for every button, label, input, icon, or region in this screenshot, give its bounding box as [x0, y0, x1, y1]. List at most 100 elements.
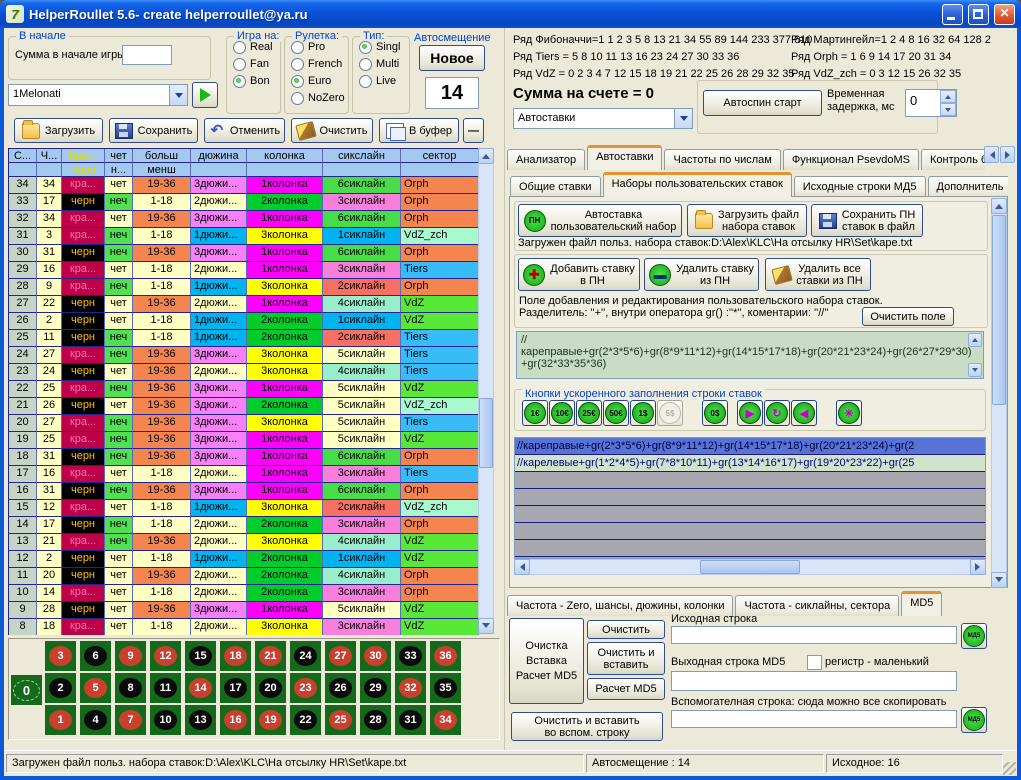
sub-tab-2[interactable]: Исходные строки МД5 [794, 176, 926, 197]
table-row[interactable]: 818кра...чет1-182дюжи...3колонка3сиклайн… [9, 619, 479, 635]
chevron-down-icon[interactable] [674, 109, 692, 128]
roulette-cell-18[interactable]: 18 [220, 641, 251, 671]
table-row[interactable]: 2225кра...неч19-363дюжи...1колонка5сикла… [9, 381, 479, 398]
start-sum-input[interactable] [122, 45, 172, 65]
table-row[interactable]: 3031черннеч19-363дюжи...1колонка6сиклайн… [9, 245, 479, 262]
roulette-cell-29[interactable]: 29 [360, 673, 391, 703]
roulette-cell-26[interactable]: 26 [325, 673, 356, 703]
md5-clear-paste-calc-button[interactable]: Очистка Вставка Расчет MD5 [509, 618, 584, 704]
table-row[interactable]: 1417черннеч1-182дюжи...2колонка3сиклайнO… [9, 517, 479, 534]
roulette-cell-15[interactable]: 15 [185, 641, 216, 671]
roulette-cell-25[interactable]: 25 [325, 705, 356, 735]
scroll-left-icon[interactable] [514, 559, 530, 575]
hscrollbar-thumb[interactable] [700, 560, 800, 574]
md5-calc-source-button[interactable]: МД5 [961, 623, 987, 649]
table-row[interactable]: 2722чернчет19-362дюжи...1колонка4сиклайн… [9, 296, 479, 313]
table-row[interactable]: 1120чернчет19-362дюжи...2колонка4сиклайн… [9, 568, 479, 585]
table-row[interactable]: 1925кра...неч19-363дюжи...1колонка5сикла… [9, 432, 479, 449]
md5-calc-button[interactable]: Расчет MD5 [587, 678, 665, 700]
roulette-cell-28[interactable]: 28 [360, 705, 391, 735]
table-row[interactable]: 2427кра...неч19-363дюжи...3колонка5сикла… [9, 347, 479, 364]
roulette-cell-3[interactable]: 3 [45, 641, 76, 671]
delay-spinner[interactable]: 0 [905, 89, 957, 117]
add-bet-button[interactable]: ✚Добавить ставку в ПН [518, 258, 640, 291]
sub-tab-3[interactable]: Дополнитель [928, 176, 1009, 197]
roulette-cell-10[interactable]: 10 [150, 705, 181, 735]
bet-editor-field[interactable]: //кареправые+gr(2*3*5*6)+gr(8*9*11*12)+g… [516, 331, 984, 379]
clear-button[interactable]: Очистить [291, 118, 373, 143]
remove-all-bets-button[interactable]: Удалить все ставки из ПН [765, 258, 871, 291]
radio-real[interactable]: Real [233, 40, 280, 54]
remove-bet-button[interactable]: ▬Удалить ставку из ПН [644, 258, 759, 291]
panel-scroll-up-icon[interactable] [991, 198, 1007, 214]
preset-combobox[interactable]: 1Melonati [8, 84, 188, 106]
panel-scrollbar-thumb[interactable] [992, 215, 1006, 405]
table-row[interactable]: 3434кра...чет19-363дюжи...1колонка6сикла… [9, 177, 479, 194]
panel-scroll-down-icon[interactable] [991, 572, 1007, 588]
radio-multi[interactable]: Multi [359, 57, 409, 71]
roulette-cell-5[interactable]: 5 [80, 673, 111, 703]
autospin-start-button[interactable]: Автоспин старт [703, 90, 822, 116]
roulette-cell-8[interactable]: 8 [115, 673, 146, 703]
chip-0usd[interactable]: 0$ [702, 400, 728, 426]
play-button[interactable]: ▶ [737, 400, 763, 426]
main-tab-4[interactable]: Контроль банкро [921, 149, 985, 170]
tab-scroll-left-icon[interactable] [984, 146, 999, 163]
main-tab-3[interactable]: Функционал PsevdoMS [783, 149, 919, 170]
bet-set-row[interactable]: //кареправые+gr(2*3*5*6)+gr(8*9*11*12)+g… [515, 438, 985, 455]
md5-output-input[interactable] [671, 671, 957, 691]
chevron-down-icon[interactable] [169, 85, 187, 105]
table-row[interactable]: 3317черннеч1-182дюжи...2колонка3сиклайнO… [9, 194, 479, 211]
table-row[interactable]: 313кра...неч1-181дюжи...3колонка1сиклайн… [9, 228, 479, 245]
table-row[interactable]: 1631черннеч19-363дюжи...1колонка6сиклайн… [9, 483, 479, 500]
main-tab-0[interactable]: Анализатор [507, 149, 585, 170]
radio-nozero[interactable]: NoZero [291, 91, 348, 105]
table-row[interactable]: 1512кра...чет1-181дюжи...3колонка2сиклай… [9, 500, 479, 517]
scroll-up-icon[interactable] [478, 148, 494, 164]
load-bet-file-button[interactable]: Загрузить файл набора ставок [687, 204, 807, 237]
resize-grip[interactable] [1003, 762, 1016, 775]
new-button[interactable]: Новое [419, 45, 485, 71]
sub-tab-0[interactable]: Общие ставки [510, 176, 601, 197]
md5-clear-and-paste-button[interactable]: Очистить и вставить [587, 642, 665, 675]
scroll-down-icon[interactable] [478, 618, 494, 634]
roulette-cell-32[interactable]: 32 [395, 673, 426, 703]
main-tab-2[interactable]: Частоты по числам [664, 149, 780, 170]
roulette-cell-2[interactable]: 2 [45, 673, 76, 703]
md5-calc-aux-button[interactable]: МД5 [961, 707, 987, 733]
bottom-tab-2[interactable]: MD5 [901, 591, 942, 616]
save-bet-file-button[interactable]: Сохранить ПН ставок в файл [811, 204, 923, 237]
roulette-cell-1[interactable]: 1 [45, 705, 76, 735]
lowercase-checkbox[interactable] [807, 655, 822, 670]
roulette-cell-27[interactable]: 27 [325, 641, 356, 671]
radio-french[interactable]: French [291, 57, 348, 71]
radio-pro[interactable]: Pro [291, 40, 348, 54]
scatter-button[interactable]: ✳ [836, 400, 862, 426]
roulette-cell-33[interactable]: 33 [395, 641, 426, 671]
radio-live[interactable]: Live [359, 74, 409, 88]
roulette-cell-21[interactable]: 21 [255, 641, 286, 671]
radio-bon[interactable]: Bon [233, 74, 280, 88]
roulette-cell-7[interactable]: 7 [115, 705, 146, 735]
back-button[interactable]: ◀ [791, 400, 817, 426]
collapse-button[interactable]: — [463, 118, 484, 143]
table-row[interactable]: 289кра...неч1-181дюжи...3колонка2сиклайн… [9, 279, 479, 296]
md5-source-input[interactable] [671, 626, 957, 644]
save-button[interactable]: Сохранить [109, 118, 198, 143]
table-row[interactable]: 928чернчет19-363дюжи...1колонка5сиклайнV… [9, 602, 479, 619]
chip-1usd[interactable]: 1$ [630, 400, 656, 426]
run-preset-button[interactable] [192, 82, 218, 108]
chip-25eur[interactable]: 25€ [576, 400, 602, 426]
roulette-cell-23[interactable]: 23 [290, 673, 321, 703]
table-row[interactable]: 3234кра...чет19-363дюжи...1колонка6сикла… [9, 211, 479, 228]
maximize-button[interactable] [968, 4, 989, 25]
roulette-cell-24[interactable]: 24 [290, 641, 321, 671]
bet-sets-list[interactable]: //кареправые+gr(2*3*5*6)+gr(8*9*11*12)+g… [514, 437, 986, 559]
roulette-cell-34[interactable]: 34 [430, 705, 461, 735]
scroll-right-icon[interactable] [970, 559, 986, 575]
editor-scroll-down-icon[interactable] [968, 363, 982, 377]
table-row[interactable]: 1321кра...неч19-362дюжи...3колонка4сикла… [9, 534, 479, 551]
chip-5usd[interactable]: 5$ [657, 400, 683, 426]
chip-10eur[interactable]: 10€ [549, 400, 575, 426]
roulette-cell-22[interactable]: 22 [290, 705, 321, 735]
